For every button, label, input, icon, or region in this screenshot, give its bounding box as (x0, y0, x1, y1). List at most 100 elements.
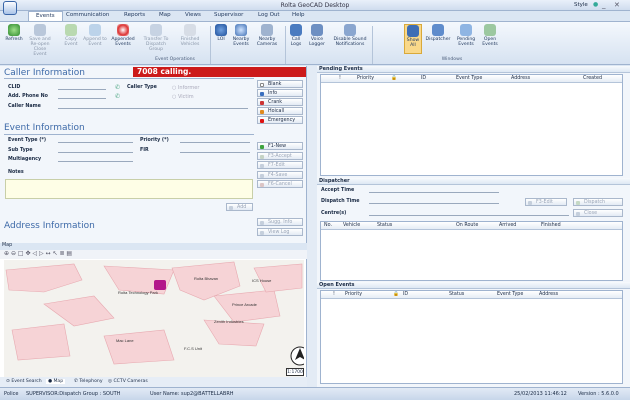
menu-events[interactable]: Events (28, 11, 63, 21)
col-no[interactable]: No. (324, 223, 332, 228)
col-alert[interactable]: ! (339, 76, 341, 81)
col-arrived[interactable]: Arrived (499, 223, 516, 228)
menu-logout[interactable]: Log Out (258, 12, 280, 18)
radio-victim[interactable]: ○ Victim (172, 94, 194, 100)
zoom-out-icon[interactable]: ⊖ (11, 250, 16, 257)
finished-vehicles-button[interactable]: Finished Vehicles (176, 24, 204, 47)
col-on-route[interactable]: On Route (456, 223, 478, 228)
call-logs-button[interactable]: Call Logs (288, 24, 304, 47)
refresh-button[interactable]: Refresh (4, 24, 24, 42)
col-event-type[interactable]: Event Type (497, 292, 523, 297)
pending-events-grid[interactable]: ! Priority 🔒 ID Event Type Address Creat… (320, 74, 623, 176)
menu-supervisor[interactable]: Supervisor (214, 12, 243, 18)
voice-logger-button[interactable]: Voice Logger (306, 24, 328, 47)
col-id[interactable]: ID (403, 292, 408, 297)
fir-field[interactable] (180, 148, 250, 153)
notes-textarea[interactable] (5, 179, 253, 199)
f4-save-button[interactable]: F4-Save (257, 171, 303, 179)
pending-events-button[interactable]: Pending Events (455, 24, 477, 47)
col-event-type[interactable]: Event Type (456, 76, 482, 81)
panel-splitter[interactable] (307, 66, 317, 387)
help-icon[interactable]: ● (593, 1, 598, 8)
appended-events-button[interactable]: Appended Events (110, 24, 136, 47)
pan-icon[interactable]: ✥ (26, 250, 31, 257)
map-canvas[interactable]: Rolta Technology Park Rolta Bhavan ICS H… (4, 260, 304, 377)
tab-map[interactable]: ● Map (46, 379, 66, 384)
phone-icon[interactable]: ✆ (115, 84, 120, 91)
tab-telephony[interactable]: ✆ Telephony (74, 379, 103, 384)
blank-button[interactable]: Blank (257, 80, 303, 88)
zoom-in-icon[interactable]: ⊕ (4, 250, 9, 257)
col-status[interactable]: Status (449, 292, 464, 297)
info-button[interactable]: Info (257, 89, 303, 97)
caller-name-field[interactable] (58, 104, 248, 109)
view-log-button[interactable]: View Log (257, 228, 303, 236)
col-address[interactable]: Address (511, 76, 530, 81)
clid-field[interactable] (58, 85, 106, 90)
col-alert[interactable]: ! (333, 292, 335, 297)
menu-views[interactable]: Views (185, 12, 201, 18)
col-created[interactable]: Created (583, 76, 602, 81)
tab-event-search[interactable]: ⊙ Event Search (6, 379, 42, 384)
f6-cancel-button[interactable]: F6-Cancel (257, 180, 303, 188)
open-events-button[interactable]: Open Events (480, 24, 500, 47)
col-priority[interactable]: Priority (345, 292, 362, 297)
col-vehicle[interactable]: Vehicle (343, 223, 360, 228)
close-button[interactable]: ✕ (614, 1, 620, 9)
col-priority[interactable]: Priority (357, 76, 374, 81)
save-reopen-button[interactable]: Save and Re-open Close Event (27, 24, 53, 57)
dispatcher-close-button[interactable]: Close (573, 209, 623, 217)
tab-cctv[interactable]: ◎ CCTV Cameras (108, 379, 148, 384)
nearby-events-button[interactable]: Nearby Events (231, 24, 251, 47)
phone-icon[interactable]: ✆ (115, 93, 120, 100)
add-button[interactable]: Add (226, 203, 253, 211)
hoicall-button[interactable]: Hoicall (257, 107, 303, 115)
menu-reports[interactable]: Reports (124, 12, 145, 18)
vehicles-grid[interactable]: No. Vehicle Status On Route Arrived Fini… (320, 221, 623, 281)
add-phone-field[interactable] (58, 94, 106, 99)
loi-button[interactable]: LOI (214, 24, 228, 42)
centre-field[interactable] (369, 211, 569, 216)
f3-edit-button[interactable]: F3-Edit (525, 198, 567, 206)
col-lock[interactable]: 🔒 (393, 292, 399, 297)
zoom-box-icon[interactable]: □ (18, 250, 24, 257)
priority-field[interactable] (180, 138, 250, 143)
radio-informer[interactable]: ○ Informer (172, 85, 199, 91)
crank-button[interactable]: Crank (257, 98, 303, 106)
col-lock[interactable]: 🔒 (391, 76, 397, 81)
disable-sound-button[interactable]: Disable Sound Notifications (331, 24, 369, 47)
sub-type-field[interactable] (58, 148, 133, 153)
measure-icon[interactable]: ↔ (46, 250, 51, 257)
f3-accept-button[interactable]: F3-Accept (257, 152, 303, 160)
menu-map[interactable]: Map (159, 12, 171, 18)
style-menu[interactable]: Style (574, 2, 588, 8)
menu-communication[interactable]: Communication (66, 12, 109, 18)
copy-event-button[interactable]: Copy Event (62, 24, 80, 47)
col-id[interactable]: ID (421, 76, 426, 81)
dispatcher-button[interactable]: Dispatcher (425, 24, 451, 42)
f7-edit-button[interactable]: F7-Edit (257, 161, 303, 169)
print-icon[interactable]: ▤ (66, 250, 72, 257)
transfer-dispatch-button[interactable]: Transfer To Dispatch Group (140, 24, 172, 52)
event-type-field[interactable] (58, 138, 133, 143)
append-to-event-button[interactable]: Append to Event (83, 24, 107, 47)
col-finished[interactable]: Finished (541, 223, 561, 228)
show-all-button[interactable]: Show All (404, 24, 422, 54)
menu-help[interactable]: Help (292, 12, 305, 18)
app-logo-icon[interactable] (3, 1, 17, 15)
suggestions-button[interactable]: Sugg. Info (257, 218, 303, 226)
multiagency-field[interactable] (58, 157, 133, 162)
f1-new-button[interactable]: F1-New (257, 142, 303, 150)
nearby-cameras-button[interactable]: Nearby Cameras (253, 24, 281, 47)
emergency-button[interactable]: Emergency (257, 116, 303, 124)
col-status[interactable]: Status (377, 223, 392, 228)
minimize-button[interactable]: _ (602, 1, 606, 9)
next-extent-icon[interactable]: ▷ (39, 250, 44, 257)
layers-icon[interactable]: ≣ (59, 250, 64, 257)
col-address[interactable]: Address (539, 292, 558, 297)
select-icon[interactable]: ↖ (53, 250, 58, 257)
dispatch-button[interactable]: Dispatch (573, 198, 623, 206)
open-events-grid[interactable]: ! Priority 🔒 ID Status Event Type Addres… (320, 290, 623, 384)
event-marker-icon[interactable] (154, 280, 166, 290)
previous-extent-icon[interactable]: ◁ (32, 250, 37, 257)
